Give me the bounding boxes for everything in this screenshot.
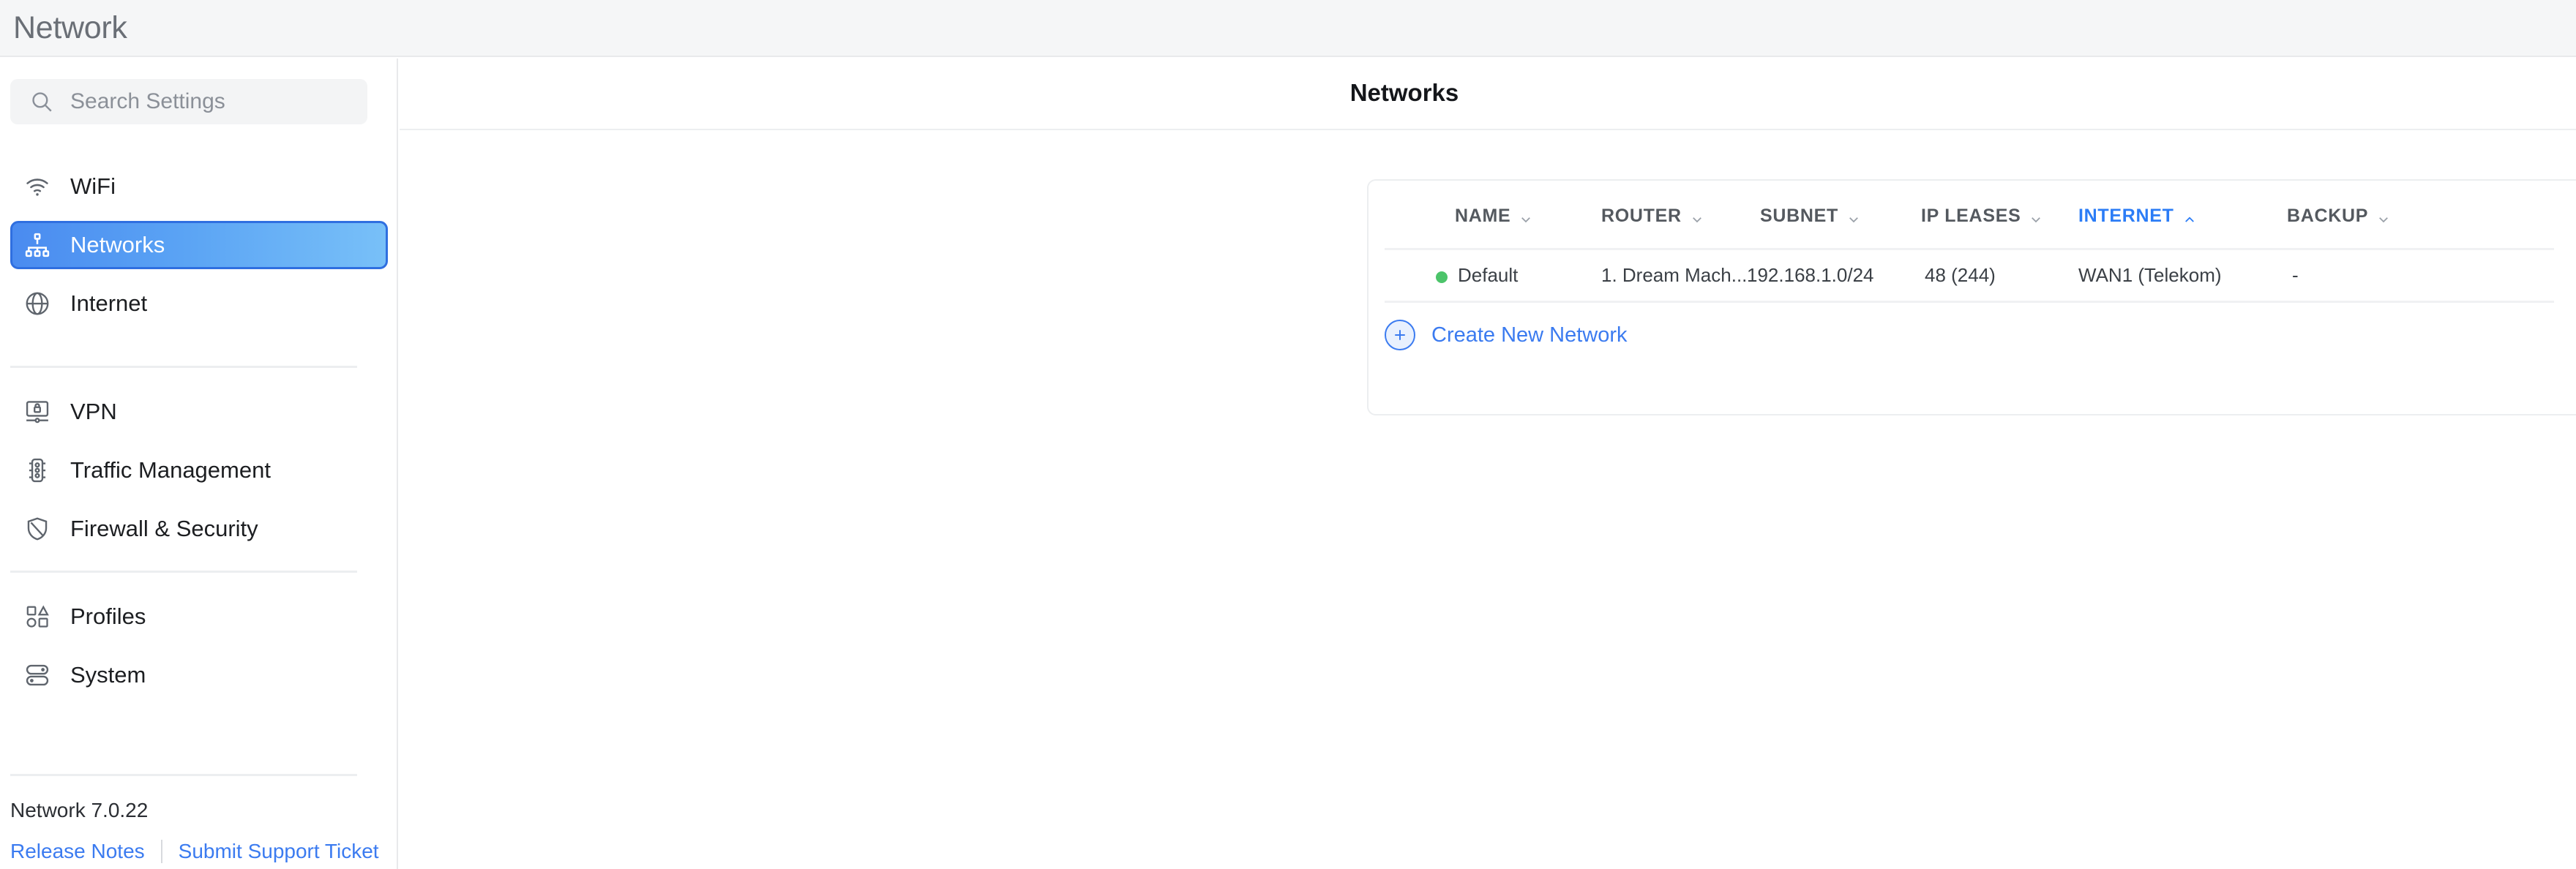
sidebar-item-profiles[interactable]: Profiles bbox=[10, 592, 388, 641]
column-header-label: BACKUP bbox=[2287, 206, 2369, 226]
sidebar-item-system[interactable]: System bbox=[10, 651, 388, 699]
cell-ip-leases: 48 (244) bbox=[1925, 264, 1996, 286]
sidebar-item-label: Traffic Management bbox=[70, 457, 271, 483]
search-input[interactable]: Search Settings bbox=[10, 79, 367, 124]
search-icon bbox=[29, 89, 54, 114]
column-header-label: IP LEASES bbox=[1921, 206, 2021, 226]
page-title-bar: Networks bbox=[400, 59, 2576, 130]
cell-router: 1. Dream Mach... bbox=[1601, 264, 1748, 286]
globe-icon bbox=[22, 288, 53, 319]
table-header-row: NAME ROUTER SUBNET IP LEASES INTERNET BA… bbox=[1368, 181, 2576, 248]
sidebar-divider bbox=[10, 571, 357, 573]
create-new-network-button[interactable]: Create New Network bbox=[1385, 320, 1628, 350]
sidebar-item-vpn[interactable]: VPN bbox=[10, 388, 388, 436]
cell-internet: WAN1 (Telekom) bbox=[2078, 264, 2222, 286]
chevron-down-icon bbox=[1847, 210, 1860, 223]
chevron-up-icon bbox=[2183, 210, 2196, 223]
chevron-down-icon bbox=[2377, 210, 2390, 223]
column-header-label: INTERNET bbox=[2078, 206, 2174, 226]
table-divider bbox=[1385, 301, 2554, 303]
column-header-router[interactable]: ROUTER bbox=[1601, 206, 1704, 227]
chevron-down-icon bbox=[1690, 210, 1704, 223]
column-header-ip-leases[interactable]: IP LEASES bbox=[1921, 206, 2043, 227]
sidebar-item-label: System bbox=[70, 662, 146, 688]
sidebar-item-label: WiFi bbox=[70, 173, 116, 199]
table-row[interactable]: Default 1. Dream Mach... 192.168.1.0/24 … bbox=[1368, 248, 2576, 301]
column-header-label: NAME bbox=[1455, 206, 1511, 226]
chevron-down-icon bbox=[1519, 210, 1532, 223]
sidebar-group-connectivity: WiFi Networks Internet bbox=[0, 162, 398, 338]
vpn-lock-icon bbox=[22, 396, 53, 427]
page-title: Networks bbox=[400, 79, 2576, 107]
column-header-backup[interactable]: BACKUP bbox=[2287, 206, 2390, 227]
sidebar-item-wifi[interactable]: WiFi bbox=[10, 162, 388, 211]
sidebar-group-services: VPN Traffic Management Firewall & Securi… bbox=[0, 388, 398, 563]
sidebar-item-firewall-security[interactable]: Firewall & Security bbox=[10, 505, 388, 553]
sidebar-divider bbox=[10, 774, 357, 776]
app-header-title: Network bbox=[13, 10, 127, 45]
sidebar-group-management: Profiles System bbox=[0, 592, 398, 710]
sidebar-version-text: Network 7.0.22 bbox=[10, 799, 149, 821]
release-notes-link[interactable]: Release Notes bbox=[10, 840, 145, 863]
status-dot-icon bbox=[1436, 271, 1448, 283]
plus-circle-icon bbox=[1385, 320, 1415, 350]
sidebar: Search Settings WiFi Networks Internet V… bbox=[0, 59, 398, 869]
column-header-name[interactable]: NAME bbox=[1455, 206, 1532, 227]
traffic-light-icon bbox=[22, 455, 53, 486]
sidebar-footer-links: Release Notes Submit Support Ticket bbox=[10, 840, 379, 863]
sidebar-item-label: VPN bbox=[70, 399, 117, 424]
network-topology-icon bbox=[22, 230, 53, 260]
page-title-text: Networks bbox=[1349, 79, 1459, 106]
networks-card: NAME ROUTER SUBNET IP LEASES INTERNET BA… bbox=[1367, 179, 2576, 415]
submit-support-ticket-link[interactable]: Submit Support Ticket bbox=[179, 840, 379, 863]
main-content: Networks NAME ROUTER SUBNET IP LEASES IN… bbox=[400, 59, 2576, 869]
toggles-icon bbox=[22, 660, 53, 691]
search-placeholder: Search Settings bbox=[70, 89, 225, 113]
sidebar-item-label: Internet bbox=[70, 290, 148, 316]
column-header-subnet[interactable]: SUBNET bbox=[1760, 206, 1860, 227]
sidebar-item-label: Firewall & Security bbox=[70, 516, 258, 541]
sidebar-item-label: Networks bbox=[70, 232, 165, 257]
wifi-icon bbox=[22, 171, 53, 202]
sidebar-divider bbox=[10, 366, 357, 368]
chevron-down-icon bbox=[2029, 210, 2043, 223]
cell-name: Default bbox=[1458, 264, 1519, 286]
shield-icon bbox=[22, 514, 53, 544]
sidebar-item-networks[interactable]: Networks bbox=[10, 221, 388, 269]
column-header-internet[interactable]: INTERNET bbox=[2078, 206, 2196, 227]
cell-subnet: 192.168.1.0/24 bbox=[1747, 264, 1874, 286]
column-header-label: ROUTER bbox=[1601, 206, 1682, 226]
create-new-network-label: Create New Network bbox=[1431, 323, 1628, 347]
footer-link-separator bbox=[160, 840, 162, 863]
app-header-bar: Network bbox=[0, 0, 2576, 57]
sidebar-item-traffic-management[interactable]: Traffic Management bbox=[10, 446, 388, 494]
shapes-icon bbox=[22, 601, 53, 632]
sidebar-item-label: Profiles bbox=[70, 603, 146, 629]
sidebar-item-internet[interactable]: Internet bbox=[10, 279, 388, 328]
column-header-label: SUBNET bbox=[1760, 206, 1838, 226]
cell-backup: - bbox=[2292, 264, 2299, 286]
